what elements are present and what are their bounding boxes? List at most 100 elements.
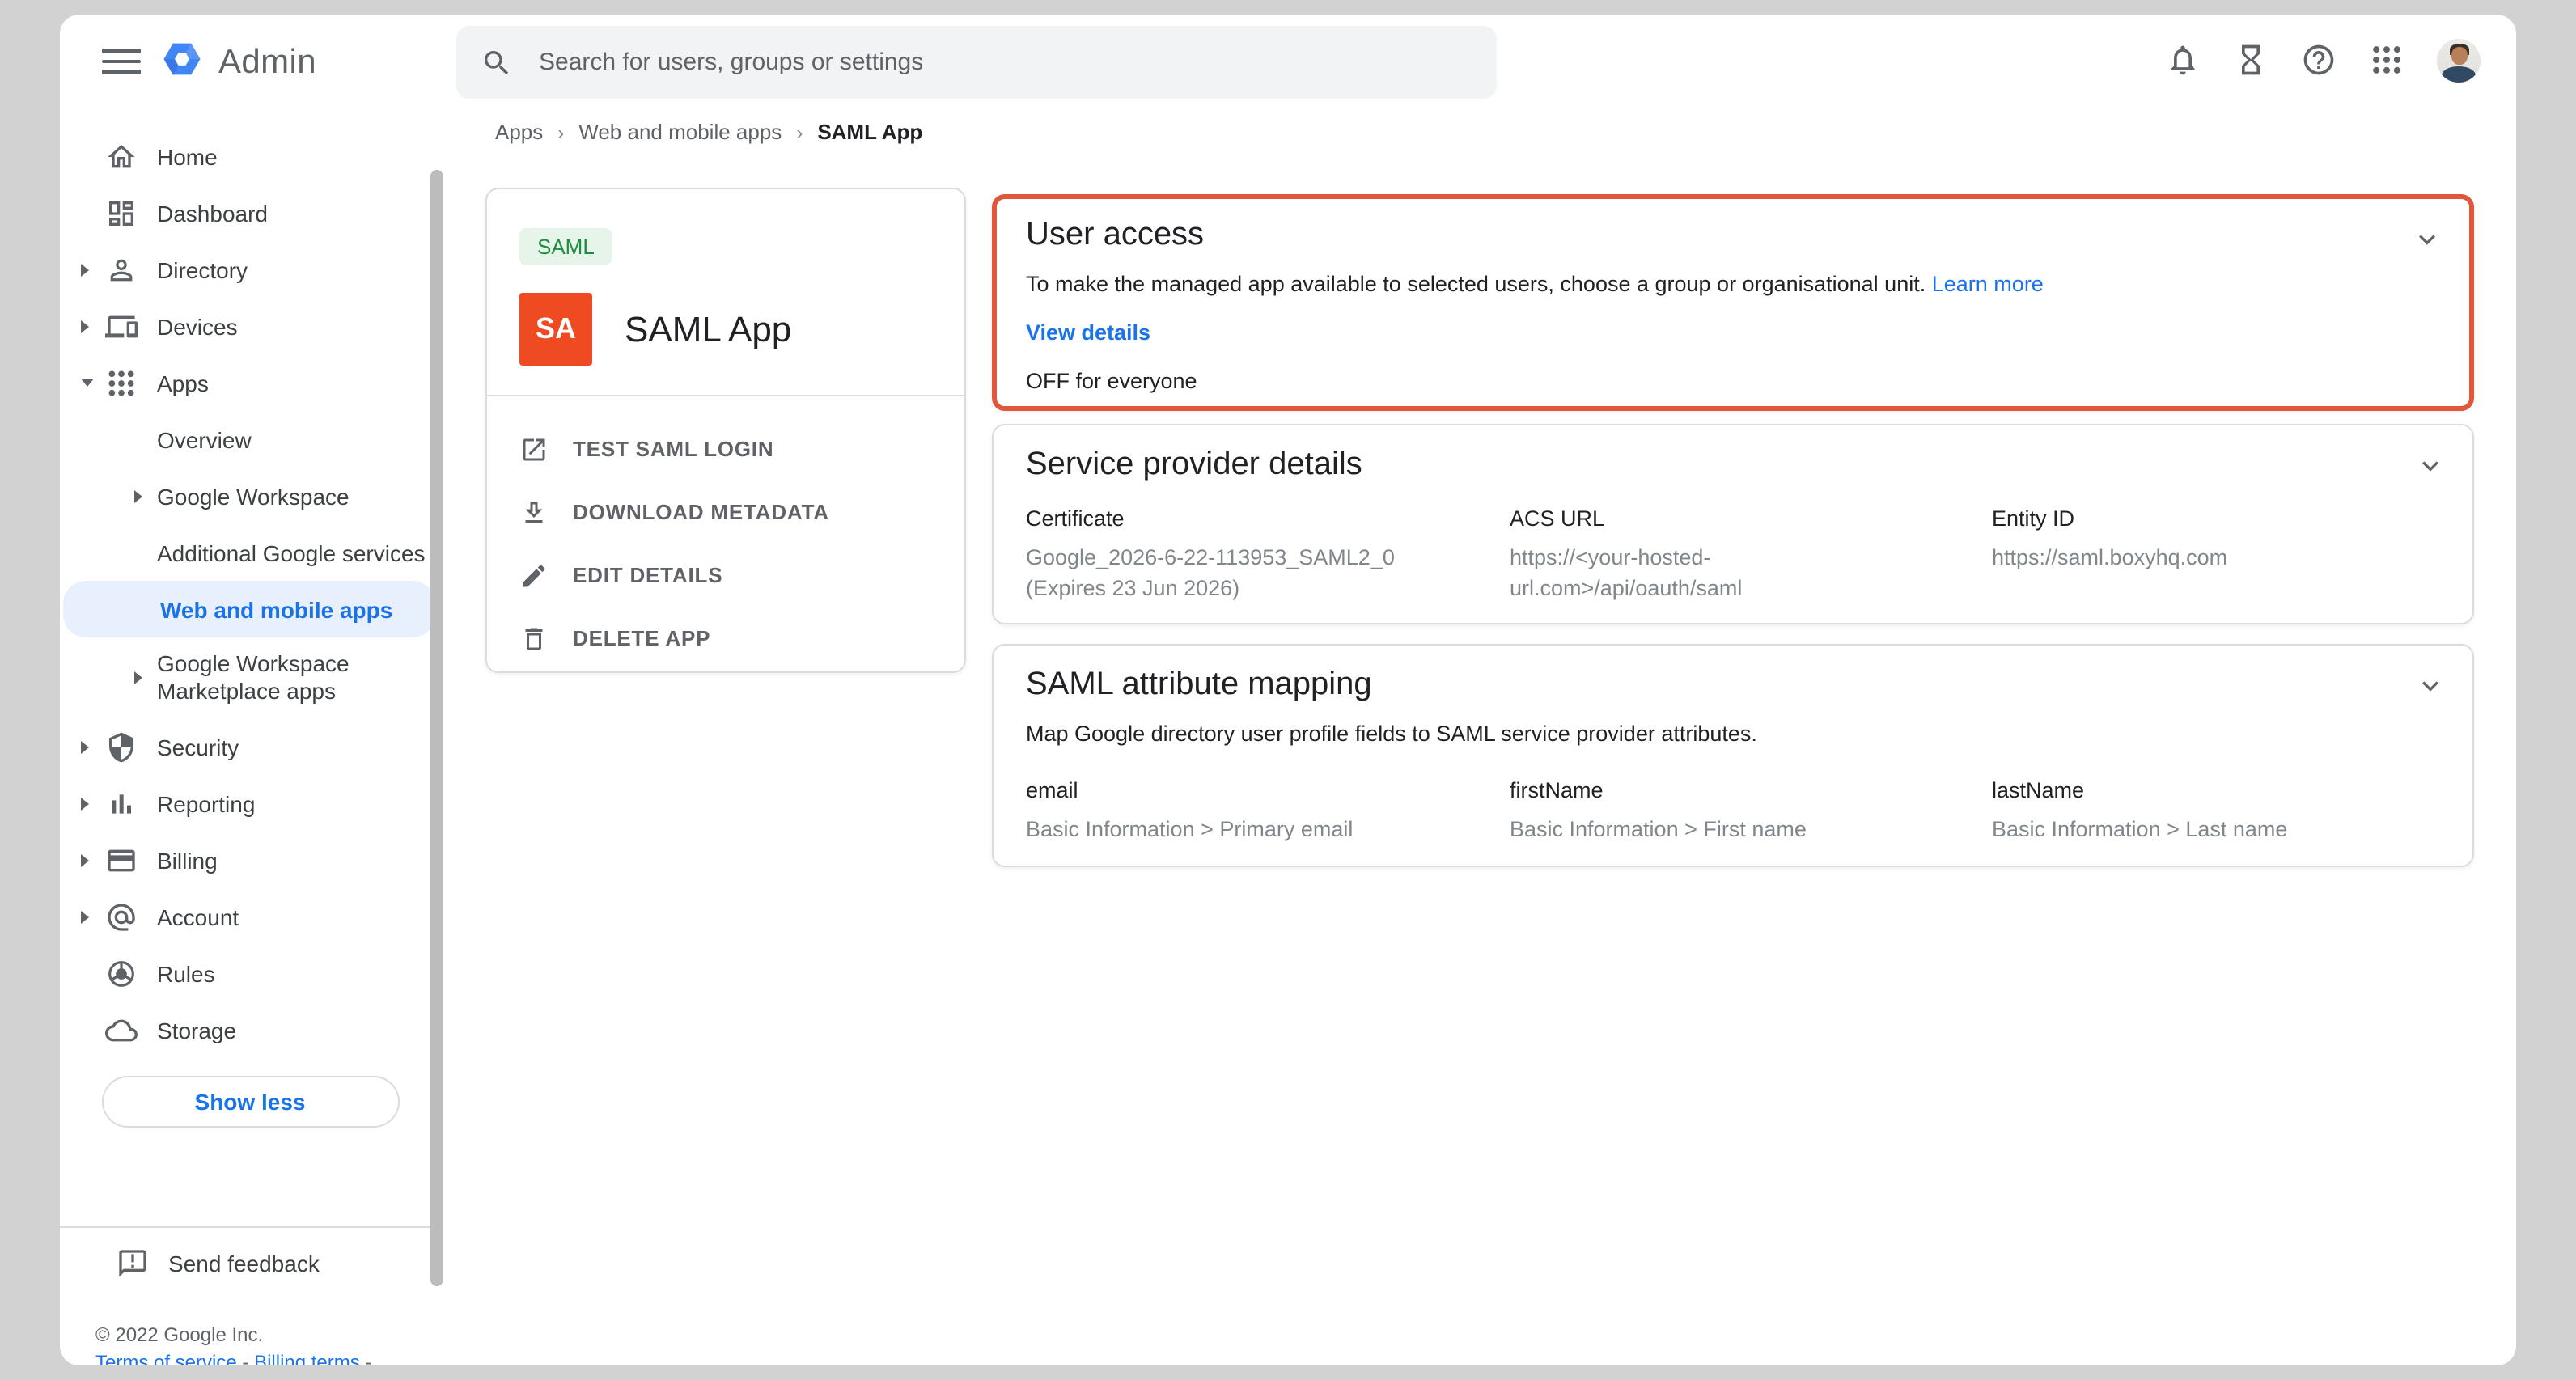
sidebar-item-label: Overview xyxy=(157,426,252,452)
screenshot-stage: Admin Home xyxy=(0,0,2576,1380)
sidebar-item-security[interactable]: Security xyxy=(60,718,440,775)
person-icon xyxy=(105,253,138,286)
sidebar-item-additional-google-services[interactable]: Additional Google services xyxy=(60,524,440,581)
sidebar-item-label: Home xyxy=(157,143,218,169)
breadcrumb-separator: › xyxy=(796,121,803,143)
sidebar: Home Dashboard Directory Devices xyxy=(60,105,440,1365)
sidebar-item-storage[interactable]: Storage xyxy=(60,1001,440,1058)
app-summary-card: SAML SA SAML App TEST SAML LOGIN DOWNLOA… xyxy=(485,188,966,673)
sidebar-item-label: Google Workspace Marketplace apps xyxy=(157,650,387,706)
panel-title: User access xyxy=(1026,217,2440,254)
delete-app-button[interactable]: DELETE APP xyxy=(519,607,964,670)
breadcrumb-separator: › xyxy=(557,121,564,143)
show-less-button[interactable]: Show less xyxy=(101,1076,399,1128)
menu-hamburger-button[interactable] xyxy=(102,42,141,78)
shield-icon xyxy=(105,730,138,763)
email-mapping: email Basic Information > Primary email xyxy=(1026,778,1510,841)
sidebar-item-reporting[interactable]: Reporting xyxy=(60,775,440,832)
user-access-status: OFF for everyone xyxy=(1026,369,2440,393)
user-avatar[interactable] xyxy=(2437,38,2481,82)
certificate-field: Certificate Google_2026-6-22-113953_SAML… xyxy=(1026,506,1510,605)
sidebar-item-devices[interactable]: Devices xyxy=(60,298,440,354)
sidebar-item-rules[interactable]: Rules xyxy=(60,945,440,1001)
send-feedback-button[interactable]: Send feedback xyxy=(60,1238,440,1289)
firstname-mapping: firstName Basic Information > First name xyxy=(1510,778,1992,841)
service-provider-details-panel[interactable]: Service provider details Certificate Goo… xyxy=(992,424,2474,624)
search-icon xyxy=(481,46,513,78)
expand-down-icon xyxy=(81,379,94,387)
sidebar-item-overview[interactable]: Overview xyxy=(60,411,440,468)
download-icon xyxy=(519,497,549,527)
bar-chart-icon xyxy=(105,787,138,819)
chevron-down-icon[interactable] xyxy=(2414,450,2447,482)
home-icon xyxy=(105,140,138,172)
expand-right-icon xyxy=(81,740,89,753)
terms-of-service-link[interactable]: Terms of service xyxy=(95,1352,237,1365)
expand-right-icon xyxy=(134,671,142,684)
help-icon[interactable] xyxy=(2301,42,2337,78)
admin-hexagon-logo-icon xyxy=(160,37,204,89)
search-input[interactable] xyxy=(536,47,1472,78)
user-access-description: To make the managed app available to sel… xyxy=(1026,272,1926,296)
sidebar-item-home[interactable]: Home xyxy=(60,128,440,184)
billing-terms-link[interactable]: Billing terms xyxy=(254,1352,360,1365)
expand-right-icon xyxy=(81,263,89,276)
breadcrumb-apps[interactable]: Apps xyxy=(495,120,543,144)
test-saml-login-button[interactable]: TEST SAML LOGIN xyxy=(519,417,964,480)
sidebar-item-label: Devices xyxy=(157,313,238,339)
download-metadata-button[interactable]: DOWNLOAD METADATA xyxy=(519,480,964,544)
expand-right-icon xyxy=(134,489,142,502)
dashboard-icon xyxy=(105,197,138,229)
feedback-icon xyxy=(117,1247,149,1280)
send-feedback-label: Send feedback xyxy=(168,1251,320,1276)
sidebar-item-label: Reporting xyxy=(157,790,255,816)
breadcrumb-web-and-mobile-apps[interactable]: Web and mobile apps xyxy=(578,120,782,144)
sidebar-item-directory[interactable]: Directory xyxy=(60,241,440,298)
sidebar-item-label: Google Workspace xyxy=(157,483,350,509)
sidebar-item-dashboard[interactable]: Dashboard xyxy=(60,184,440,241)
product-name: Admin xyxy=(218,44,316,83)
breadcrumb-current-page: SAML App xyxy=(817,120,922,144)
sidebar-item-label: Apps xyxy=(157,370,209,396)
lastname-mapping: lastName Basic Information > Last name xyxy=(1992,778,2440,841)
attribute-mapping-description: Map Google directory user profile fields… xyxy=(1026,722,2440,746)
sidebar-item-label: Dashboard xyxy=(157,200,268,226)
app-card-header: SAML SA SAML App xyxy=(487,189,964,396)
sidebar-nav-list: Home Dashboard Directory Devices xyxy=(60,105,440,1128)
expand-right-icon xyxy=(81,853,89,866)
saml-attribute-mapping-panel[interactable]: SAML attribute mapping Map Google direct… xyxy=(992,644,2474,867)
user-access-panel[interactable]: User access To make the managed app avai… xyxy=(992,194,2474,411)
chevron-down-icon[interactable] xyxy=(2414,670,2447,702)
notifications-bell-icon[interactable] xyxy=(2165,42,2201,78)
chevron-down-icon[interactable] xyxy=(2411,223,2443,256)
tasks-hourglass-icon[interactable] xyxy=(2233,42,2269,78)
devices-icon xyxy=(105,310,138,342)
entity-id-field: Entity ID https://saml.boxyhq.com xyxy=(1992,506,2440,605)
app-title: SAML App xyxy=(625,308,791,350)
sidebar-item-apps[interactable]: Apps xyxy=(60,354,440,411)
trash-icon xyxy=(519,624,549,653)
sidebar-item-web-and-mobile-apps[interactable]: Web and mobile apps xyxy=(63,581,435,637)
expand-right-icon xyxy=(81,797,89,810)
global-search[interactable] xyxy=(456,26,1497,99)
app-actions: TEST SAML LOGIN DOWNLOAD METADATA EDIT D… xyxy=(487,396,964,670)
sidebar-item-workspace-marketplace-apps[interactable]: Google Workspace Marketplace apps xyxy=(60,637,440,718)
acs-url-field: ACS URL https://<your-hosted-url.com>/ap… xyxy=(1510,506,1992,605)
settings-panels: User access To make the managed app avai… xyxy=(992,194,2474,867)
edit-details-button[interactable]: EDIT DETAILS xyxy=(519,544,964,607)
sidebar-item-label: Web and mobile apps xyxy=(160,596,392,622)
topbar: Admin xyxy=(60,15,2516,105)
sidebar-item-billing[interactable]: Billing xyxy=(60,832,440,888)
apps-dots-icon xyxy=(105,366,138,399)
at-sign-icon xyxy=(105,900,138,933)
sidebar-item-label: Rules xyxy=(157,960,215,986)
copyright-text: © 2022 Google Inc. xyxy=(95,1322,371,1350)
apps-grid-icon[interactable] xyxy=(2369,42,2404,78)
view-details-link[interactable]: View details xyxy=(1026,320,2440,345)
learn-more-link[interactable]: Learn more xyxy=(1932,272,2044,296)
pencil-icon xyxy=(519,561,549,590)
app-initials-tile: SA xyxy=(519,293,592,366)
rules-wheel-icon xyxy=(105,957,138,989)
sidebar-item-google-workspace[interactable]: Google Workspace xyxy=(60,468,440,524)
sidebar-item-account[interactable]: Account xyxy=(60,888,440,945)
